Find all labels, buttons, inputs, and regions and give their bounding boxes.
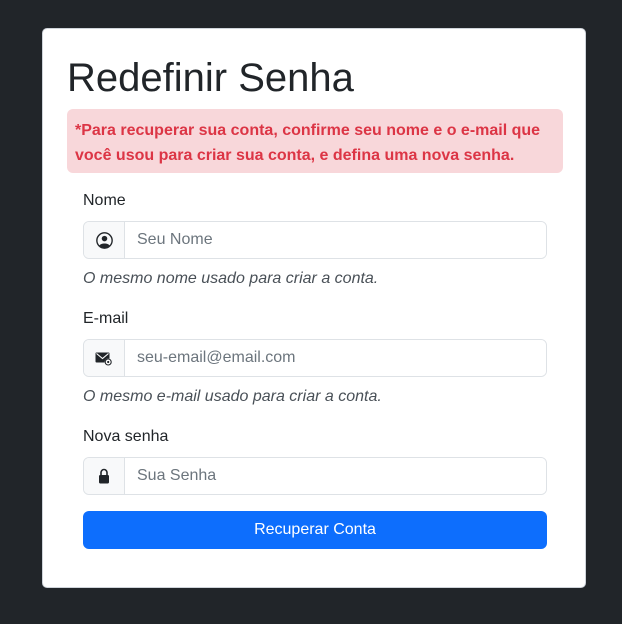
page-title: Redefinir Senha: [67, 56, 354, 100]
name-help-text: O mesmo nome usado para criar a conta.: [83, 270, 379, 287]
email-input-group: [83, 339, 547, 377]
name-input-group: [83, 221, 547, 259]
envelope-at-icon: [84, 340, 125, 376]
person-circle-icon: [84, 222, 125, 258]
info-alert: *Para recuperar sua conta, confirme seu …: [67, 109, 563, 173]
reset-password-card: Redefinir Senha *Para recuperar sua cont…: [42, 28, 586, 588]
email-label: E-mail: [83, 310, 129, 327]
email-help-text: O mesmo e-mail usado para criar a conta.: [83, 388, 382, 405]
name-input[interactable]: [125, 222, 546, 258]
name-label: Nome: [83, 192, 126, 209]
password-input[interactable]: [125, 458, 546, 494]
lock-icon: [84, 458, 125, 494]
password-input-group: [83, 457, 547, 495]
recover-account-button[interactable]: Recuperar Conta: [83, 511, 547, 549]
email-input[interactable]: [125, 340, 546, 376]
password-label: Nova senha: [83, 428, 169, 445]
